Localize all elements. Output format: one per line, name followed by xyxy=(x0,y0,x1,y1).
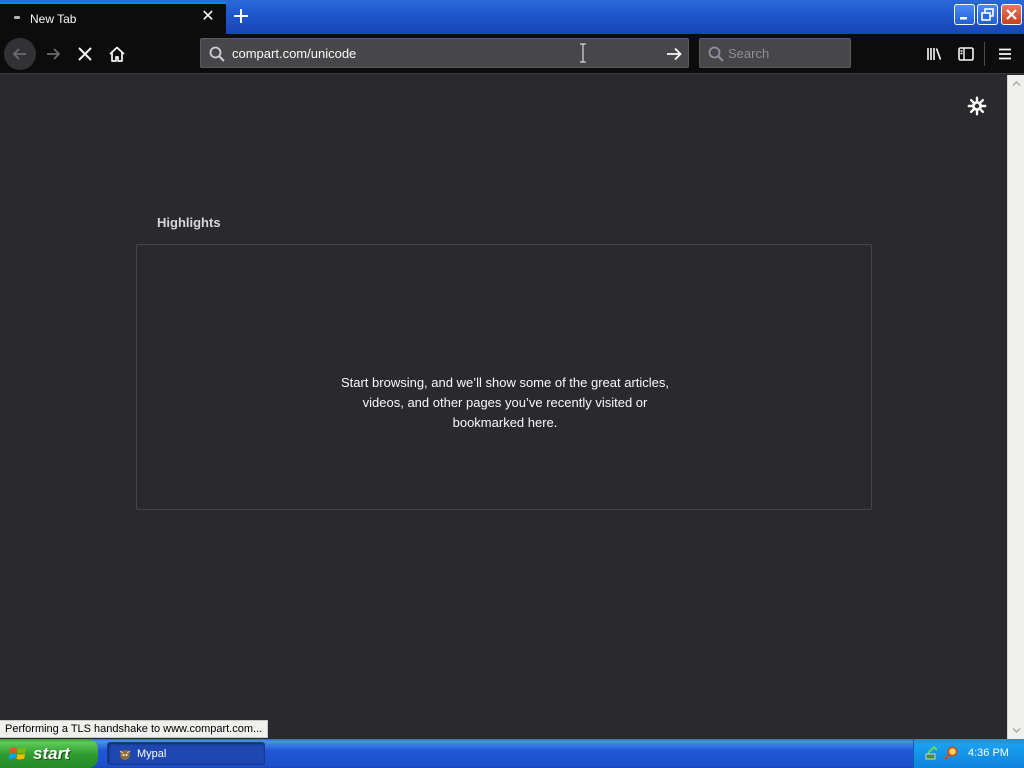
tab-close-icon[interactable]: ✕ xyxy=(198,7,218,27)
highlights-heading: Highlights xyxy=(157,215,221,230)
title-bar: New Tab ✕ xyxy=(0,0,1024,34)
url-text: compart.com/unicode xyxy=(232,46,357,61)
search-input[interactable] xyxy=(728,43,846,63)
new-tab-page: Highlights Start browsing, and we’ll sho… xyxy=(0,75,1007,739)
highlights-empty-box: Start browsing, and we’ll show some of t… xyxy=(136,244,872,510)
menu-button[interactable] xyxy=(989,38,1021,70)
home-icon xyxy=(109,46,125,62)
stop-button[interactable] xyxy=(69,38,101,70)
windows-flag-icon xyxy=(8,747,26,759)
mypal-app-icon xyxy=(119,749,131,760)
go-arrow-icon[interactable] xyxy=(664,44,684,64)
search-icon xyxy=(209,46,225,62)
navigation-toolbar: compart.com/unicode xyxy=(0,34,1024,74)
back-button[interactable] xyxy=(4,38,36,70)
taskbar-item-label: Mypal xyxy=(137,747,167,760)
scroll-up-arrow-icon[interactable] xyxy=(1010,77,1023,90)
toolbar-separator xyxy=(984,42,985,66)
url-bar[interactable]: compart.com/unicode xyxy=(200,38,689,68)
system-tray: 4:36 PM xyxy=(913,739,1024,768)
library-button[interactable] xyxy=(918,38,950,70)
taskbar-item-mypal[interactable]: Mypal xyxy=(107,742,265,765)
clock: 4:36 PM xyxy=(968,747,1009,759)
forward-arrow-icon xyxy=(47,48,61,60)
window-minimize-button[interactable] xyxy=(954,4,975,25)
window-close-button[interactable] xyxy=(1001,4,1022,25)
window-restore-button[interactable] xyxy=(977,4,998,25)
search-icon xyxy=(708,46,724,62)
stop-icon xyxy=(78,47,92,61)
tab-new-tab[interactable]: New Tab ✕ xyxy=(0,2,226,34)
security-magnifier-icon[interactable] xyxy=(943,745,959,761)
gear-icon[interactable] xyxy=(966,95,988,117)
safely-remove-hardware-icon[interactable] xyxy=(924,745,940,761)
home-button[interactable] xyxy=(101,38,133,70)
tab-title: New Tab xyxy=(30,12,77,26)
windows-taskbar: start Mypal 4:36 PM xyxy=(0,739,1024,768)
library-icon xyxy=(927,48,942,60)
search-bar[interactable] xyxy=(699,38,851,68)
scroll-down-arrow-icon[interactable] xyxy=(1010,724,1023,737)
tab-favicon-icon xyxy=(14,16,20,19)
text-cursor-icon xyxy=(580,43,586,63)
start-label: start xyxy=(33,743,70,763)
forward-button[interactable] xyxy=(37,38,69,70)
hamburger-menu-icon xyxy=(999,48,1011,60)
start-button[interactable]: start xyxy=(0,739,98,768)
back-arrow-icon xyxy=(12,48,26,60)
sidebar-button[interactable] xyxy=(950,38,982,70)
new-tab-plus-icon[interactable] xyxy=(229,4,253,28)
sidebar-icon xyxy=(958,47,974,61)
status-bar: Performing a TLS handshake to www.compar… xyxy=(0,720,269,738)
highlights-empty-message: Start browsing, and we’ll show some of t… xyxy=(340,375,670,430)
vertical-scrollbar[interactable] xyxy=(1007,75,1024,739)
